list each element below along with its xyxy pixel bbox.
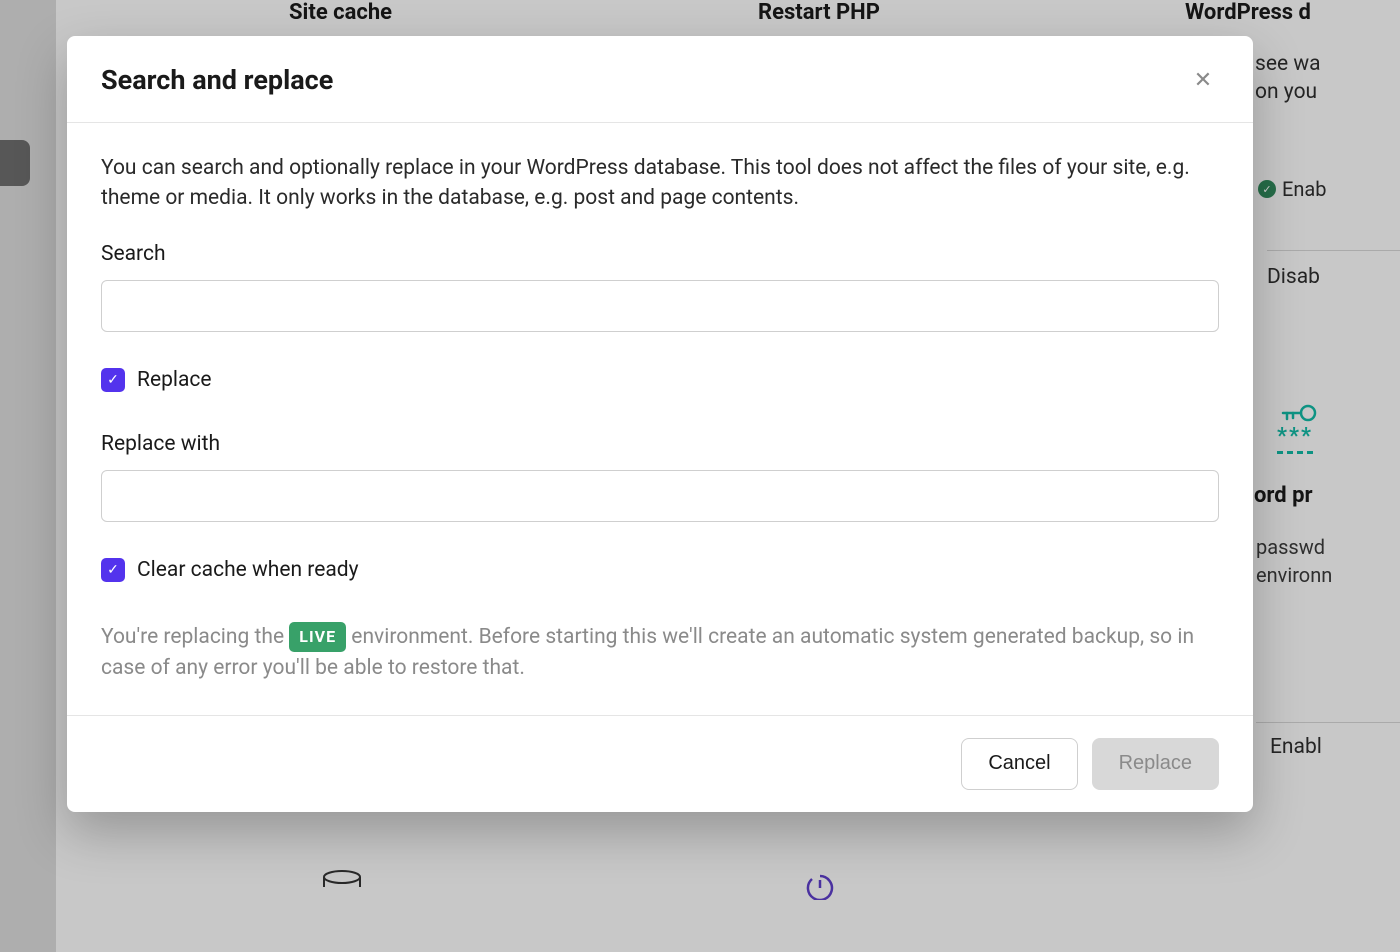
- live-badge: LIVE: [289, 622, 346, 652]
- replace-with-label: Replace with: [101, 432, 1219, 456]
- clear-cache-checkbox[interactable]: ✓: [101, 558, 125, 582]
- modal-intro-text: You can search and optionally replace in…: [101, 153, 1219, 214]
- cancel-button[interactable]: Cancel: [961, 738, 1077, 790]
- clear-cache-checkbox-row: ✓ Clear cache when ready: [101, 558, 1219, 582]
- replace-with-input[interactable]: [101, 470, 1219, 522]
- close-icon: ✕: [1194, 67, 1212, 93]
- replace-checkbox-row: ✓ Replace: [101, 368, 1219, 392]
- clear-cache-checkbox-label: Clear cache when ready: [137, 558, 359, 582]
- modal-body: You can search and optionally replace in…: [67, 123, 1253, 715]
- search-replace-modal: Search and replace ✕ You can search and …: [67, 36, 1253, 812]
- search-input[interactable]: [101, 280, 1219, 332]
- search-label: Search: [101, 242, 1219, 266]
- environment-note: You're replacing the LIVE environment. B…: [101, 622, 1219, 685]
- check-icon: ✓: [107, 562, 119, 578]
- modal-title: Search and replace: [101, 64, 333, 96]
- replace-checkbox[interactable]: ✓: [101, 368, 125, 392]
- modal-header: Search and replace ✕: [67, 36, 1253, 123]
- note-prefix: You're replacing the: [101, 625, 289, 649]
- replace-checkbox-label: Replace: [137, 368, 212, 392]
- close-button[interactable]: ✕: [1187, 64, 1219, 96]
- replace-button[interactable]: Replace: [1092, 738, 1219, 790]
- modal-footer: Cancel Replace: [67, 715, 1253, 812]
- check-icon: ✓: [107, 372, 119, 388]
